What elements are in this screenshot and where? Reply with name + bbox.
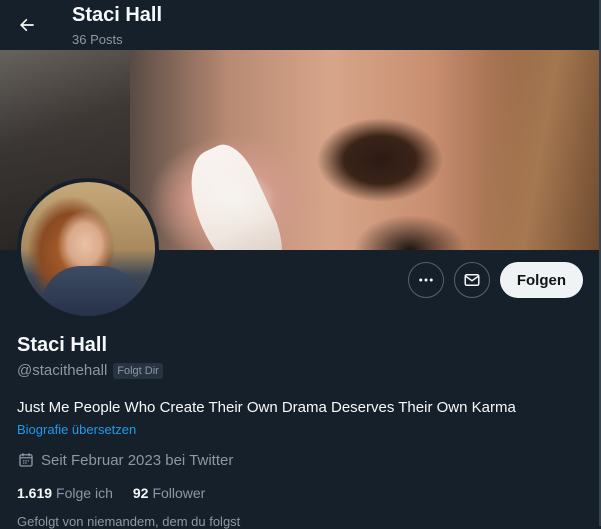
followers-label: Follower <box>152 485 206 501</box>
banner-smile-detail <box>173 136 297 250</box>
profile-bio: Just Me People Who Create Their Own Dram… <box>17 399 516 416</box>
banner-hair-detail <box>481 50 601 250</box>
handle-row: @stacithehall Folgt Dir <box>17 362 163 379</box>
profile-actions: Folgen <box>407 262 583 298</box>
arrow-left-icon <box>20 18 34 32</box>
user-handle: @stacithehall <box>17 362 108 379</box>
more-horizontal-icon <box>419 278 433 282</box>
joined-date: Seit Februar 2023 bei Twitter <box>17 451 233 469</box>
following-link[interactable]: 1.619 Folge ich <box>17 485 113 501</box>
followers-count: 92 <box>132 485 149 501</box>
follow-stats: 1.619 Folge ich 92 Follower <box>17 485 205 501</box>
back-button[interactable] <box>10 8 44 42</box>
display-name: Staci Hall <box>17 334 108 356</box>
joined-text: Seit Februar 2023 bei Twitter <box>41 451 234 469</box>
message-button[interactable] <box>453 262 490 298</box>
post-count: 36 Posts <box>72 32 123 47</box>
avatar-frame[interactable] <box>17 178 159 320</box>
header-title: Staci Hall <box>72 4 163 26</box>
following-count: 1.619 <box>17 485 53 501</box>
envelope-icon <box>464 274 480 286</box>
calendar-icon <box>19 453 33 467</box>
followers-link[interactable]: 92 Follower <box>133 485 205 501</box>
followed-by-note: Gefolgt von niemandem, dem du folgst <box>17 514 241 529</box>
avatar <box>21 182 155 316</box>
following-label: Folge ich <box>56 485 113 501</box>
translate-bio-link[interactable]: Biografie übersetzen <box>17 422 136 437</box>
follow-button[interactable]: Folgen <box>499 262 583 298</box>
avatar-shirt-detail <box>41 266 141 316</box>
profile-header: Staci Hall 36 Posts <box>0 0 601 50</box>
more-button[interactable] <box>407 262 444 298</box>
follows-you-badge: Folgt Dir <box>113 362 163 379</box>
